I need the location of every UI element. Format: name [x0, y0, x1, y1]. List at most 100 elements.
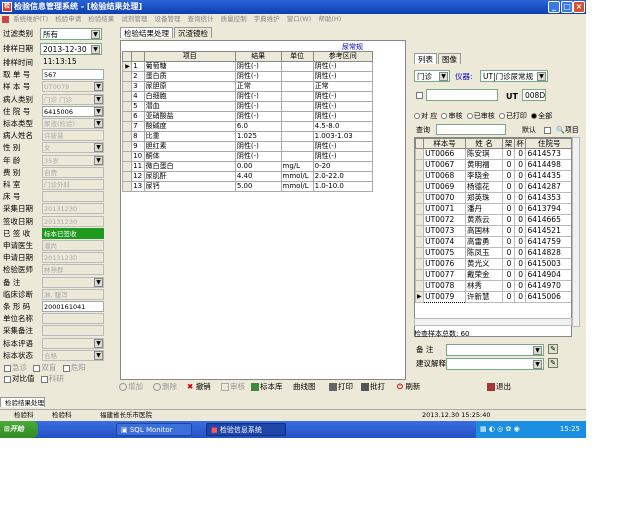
audit-button[interactable]: 审核 — [221, 380, 245, 394]
result-value[interactable]: 阴性(-) — [234, 111, 282, 122]
menu-device[interactable]: 设备管理 — [154, 15, 180, 23]
menu-help[interactable]: 帮助(H) — [318, 15, 341, 23]
sample-row[interactable]: UT0077 戴荣金 0 0 6414904 — [415, 269, 571, 281]
exit-button[interactable]: 退出 — [487, 380, 511, 394]
ut-number-input[interactable]: 008D — [522, 89, 546, 101]
field-value[interactable]: ▼ — [42, 337, 104, 349]
maximize-button[interactable]: □ — [561, 1, 573, 13]
field-value[interactable]: 门诊 门诊 ▼ — [42, 93, 104, 105]
delete-button[interactable]: 删除 — [153, 380, 177, 394]
result-row[interactable]: 6 亚硝酸盐 阴性(-) 阴性(-) — [121, 111, 374, 122]
minimize-button[interactable]: _ — [548, 1, 560, 13]
suggest-select[interactable]: ▼ — [446, 358, 544, 370]
result-row[interactable]: 13 尿钙 5.00 mmol/L 1.0-10.0 — [121, 181, 374, 192]
field-value[interactable]: 潘尚 — [42, 240, 104, 251]
double-blind-checkbox[interactable] — [33, 364, 41, 372]
query-input[interactable] — [436, 124, 506, 135]
chevron-down-icon[interactable]: ▼ — [533, 346, 542, 355]
sample-row[interactable]: UT0078 林秀 0 0 6414970 — [415, 280, 571, 292]
chevron-down-icon[interactable]: ▼ — [94, 350, 103, 360]
item-button[interactable]: 🔍项目 — [556, 125, 579, 136]
sample-row[interactable]: UT0072 黄燕云 0 0 6414665 — [415, 214, 571, 226]
chevron-down-icon[interactable]: ▼ — [537, 72, 546, 81]
chevron-down-icon[interactable]: ▼ — [94, 94, 103, 104]
clinic-select[interactable]: 门诊 ▼ — [414, 70, 450, 82]
field-value[interactable] — [42, 325, 104, 337]
field-value[interactable]: 许新慧 — [42, 130, 104, 142]
status-tab[interactable]: 检验结果处理 — [0, 397, 45, 407]
task-sql-monitor[interactable]: ▣ SQL Monitor — [116, 423, 192, 436]
chevron-down-icon[interactable]: ▼ — [91, 30, 100, 39]
field-value[interactable]: 6415006 ▼ — [42, 105, 104, 117]
menu-reagent[interactable]: 试剂管理 — [121, 15, 147, 23]
suggest-edit-icon[interactable]: ✎ — [548, 358, 558, 368]
result-value[interactable]: 阴性(-) — [234, 101, 282, 112]
sample-row[interactable]: UT0069 杨德花 0 0 6414287 — [415, 181, 571, 193]
menu-qc[interactable]: 质量控制 — [221, 15, 247, 23]
batch-print-button[interactable]: 批打 — [361, 380, 385, 394]
tab-results[interactable]: 检验结果处理 — [120, 27, 173, 38]
field-value[interactable]: UT0079 ▼ — [42, 81, 104, 93]
chevron-down-icon[interactable]: ▼ — [533, 360, 542, 369]
sample-row[interactable]: UT0066 陈安琪 0 0 6414573 — [415, 148, 571, 160]
sample-row[interactable]: UT0068 李晓金 0 0 6414435 — [415, 170, 571, 182]
menu-result[interactable]: 检验结果 — [88, 15, 114, 23]
result-row[interactable]: 2 蛋白质 阴性(-) 阴性(-) — [121, 71, 374, 82]
research-checkbox[interactable] — [40, 375, 48, 383]
field-value[interactable]: 尿液(检验) ▼ — [42, 118, 104, 129]
compare-checkbox[interactable] — [4, 375, 11, 383]
result-row[interactable]: 4 白细胞 阴性(-) 阴性(-) — [121, 91, 374, 102]
field-value[interactable] — [42, 191, 104, 203]
type-filter-select[interactable]: 所有 ▼ — [40, 28, 102, 40]
print-button[interactable]: 打印 — [329, 380, 353, 394]
task-lis[interactable]: ■ 检验信息系统 — [206, 423, 286, 436]
date-filter-picker[interactable]: 2013-12-30 ▼ — [40, 43, 102, 55]
tab-image[interactable]: 图像 — [438, 53, 461, 64]
critical-checkbox[interactable] — [62, 364, 70, 372]
menu-apply[interactable]: 检验申请 — [55, 15, 81, 23]
result-row[interactable]: 9 胆红素 阴性(-) 阴性(-) — [121, 141, 374, 152]
chevron-down-icon[interactable]: ▼ — [94, 106, 103, 116]
curve-button[interactable]: 曲线图 — [293, 380, 316, 394]
radio-pair[interactable] — [414, 113, 420, 119]
result-value[interactable]: 1.025 — [234, 131, 282, 142]
tray-icons[interactable]: ▦ ◐ ◎ ✿ ◉ — [480, 425, 520, 433]
field-value[interactable]: 20131230 — [42, 215, 104, 227]
result-row[interactable]: 11 微白蛋白 0.00 mg/L 0-20 — [121, 161, 374, 172]
sample-row[interactable]: UT0071 潘丹 0 0 6413794 — [415, 203, 571, 215]
sample-row[interactable]: UT0070 郑英珠 0 0 6414353 — [415, 192, 571, 204]
sample-list-vscroll[interactable] — [572, 137, 580, 327]
sample-row[interactable]: UT0076 黄光义 0 0 6415003 — [415, 258, 571, 270]
revoke-button[interactable]: ✖ 撤销 — [187, 380, 211, 394]
result-row[interactable]: 10 酮体 阴性(-) 阴性(-) — [121, 151, 374, 162]
start-button[interactable]: ⊞开始 — [0, 421, 38, 438]
chevron-down-icon[interactable]: ▼ — [94, 155, 103, 165]
chevron-down-icon[interactable]: ▼ — [439, 72, 448, 81]
result-value[interactable]: 阴性(-) — [234, 61, 282, 72]
field-value[interactable]: 35岁 ▼ — [42, 154, 104, 166]
sample-row[interactable]: UT0073 高国林 0 0 6414521 — [415, 225, 571, 237]
default-button[interactable]: 默认 — [522, 125, 536, 136]
field-value[interactable]: 标本已签收 — [42, 227, 104, 239]
field-value[interactable]: 林燕群 — [42, 264, 104, 276]
menu-system[interactable]: 系统维护(T) — [13, 15, 48, 23]
result-row[interactable]: 8 比重 1.025 1.003-1.03 — [121, 131, 374, 142]
field-value[interactable]: 淋, 腹泻 — [42, 288, 104, 300]
close-button[interactable]: × — [573, 1, 585, 13]
tab-sediment[interactable]: 沉渣镜检 — [174, 27, 212, 38]
result-row[interactable]: 5 潜血 阴性(-) 阴性(-) — [121, 101, 374, 112]
result-value[interactable]: 阴性(-) — [234, 151, 282, 162]
field-value[interactable]: 女 ▼ — [42, 142, 104, 154]
result-value[interactable]: 阴性(-) — [234, 91, 282, 102]
sample-lib-button[interactable]: 标本库 — [251, 380, 283, 394]
sample-row[interactable]: UT0074 高雷勇 0 0 6414759 — [415, 236, 571, 248]
sample-row[interactable]: ▶ UT0079 许新慧 0 0 6415006 — [415, 291, 571, 303]
menu-dict[interactable]: 字典维护 — [254, 15, 280, 23]
chevron-down-icon[interactable]: ▼ — [94, 338, 103, 348]
menu-window[interactable]: 窗口(W) — [287, 15, 312, 23]
radio-audited[interactable] — [466, 113, 473, 119]
result-value[interactable]: 正常 — [234, 81, 282, 92]
sample-range-input[interactable] — [426, 89, 498, 101]
chevron-down-icon[interactable]: ▼ — [94, 119, 103, 128]
field-value[interactable]: 11:13:15 — [42, 57, 104, 68]
